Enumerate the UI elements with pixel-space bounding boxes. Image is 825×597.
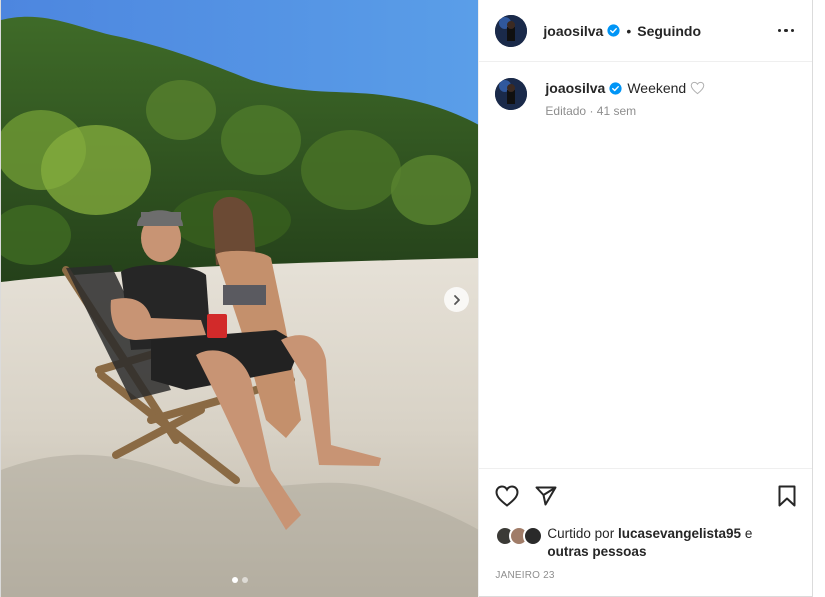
- likes-prefix: Curtido por: [547, 526, 615, 541]
- post-actions-section: Curtido por lucasevangelista95 e outras …: [479, 468, 812, 597]
- likes-others-link[interactable]: outras pessoas: [547, 544, 646, 559]
- caption-body: joaosilva Weekend Editado · 41 sem: [545, 76, 705, 118]
- post-date[interactable]: JANEIRO 23: [495, 570, 796, 581]
- share-send-icon[interactable]: [535, 486, 557, 506]
- liked-by-avatars: [495, 526, 544, 546]
- follow-separator: •: [626, 22, 632, 39]
- carousel-dot-2: [241, 577, 248, 583]
- caption-username[interactable]: joaosilva: [545, 80, 605, 96]
- likes-text: Curtido por lucasevangelista95 e outras …: [547, 525, 796, 561]
- save-bookmark-icon[interactable]: [778, 485, 796, 507]
- post-header: joaosilva • Seguindo: [479, 0, 812, 62]
- likes-summary: Curtido por lucasevangelista95 e outras …: [495, 525, 796, 561]
- liker-avatar: [523, 526, 544, 546]
- header-username[interactable]: joaosilva: [543, 23, 603, 39]
- verified-badge-icon: [609, 81, 622, 95]
- following-button[interactable]: Seguindo: [637, 23, 701, 39]
- caption-text: Weekend: [627, 80, 687, 96]
- carousel-indicator: [1, 577, 478, 583]
- verified-badge-icon: [607, 24, 620, 37]
- caption-line: joaosilva Weekend: [545, 80, 705, 96]
- comment-like-heart-icon[interactable]: [690, 81, 705, 95]
- more-horizontal-icon[interactable]: [776, 23, 797, 39]
- carousel-next-icon: [453, 294, 460, 305]
- post-photo: [1, 0, 479, 597]
- comments-section: joaosilva Weekend Editado · 41 sem: [479, 62, 812, 468]
- likes-user-link[interactable]: lucasevangelista95: [618, 526, 741, 541]
- post-side-panel: joaosilva • Seguindo joaosilva Weekend E…: [478, 0, 812, 597]
- carousel-dot-1: [231, 577, 238, 583]
- action-bar: [495, 483, 796, 509]
- post-modal: joaosilva • Seguindo joaosilva Weekend E…: [0, 0, 813, 597]
- carousel-next-button[interactable]: [444, 287, 469, 312]
- post-media[interactable]: [1, 0, 479, 597]
- avatar[interactable]: [495, 14, 528, 47]
- caption-avatar[interactable]: [495, 78, 528, 110]
- likes-conjunction: e: [744, 526, 753, 541]
- caption-meta: Editado · 41 sem: [545, 104, 637, 118]
- caption-comment: joaosilva Weekend Editado · 41 sem: [495, 76, 796, 118]
- like-heart-icon[interactable]: [495, 485, 519, 507]
